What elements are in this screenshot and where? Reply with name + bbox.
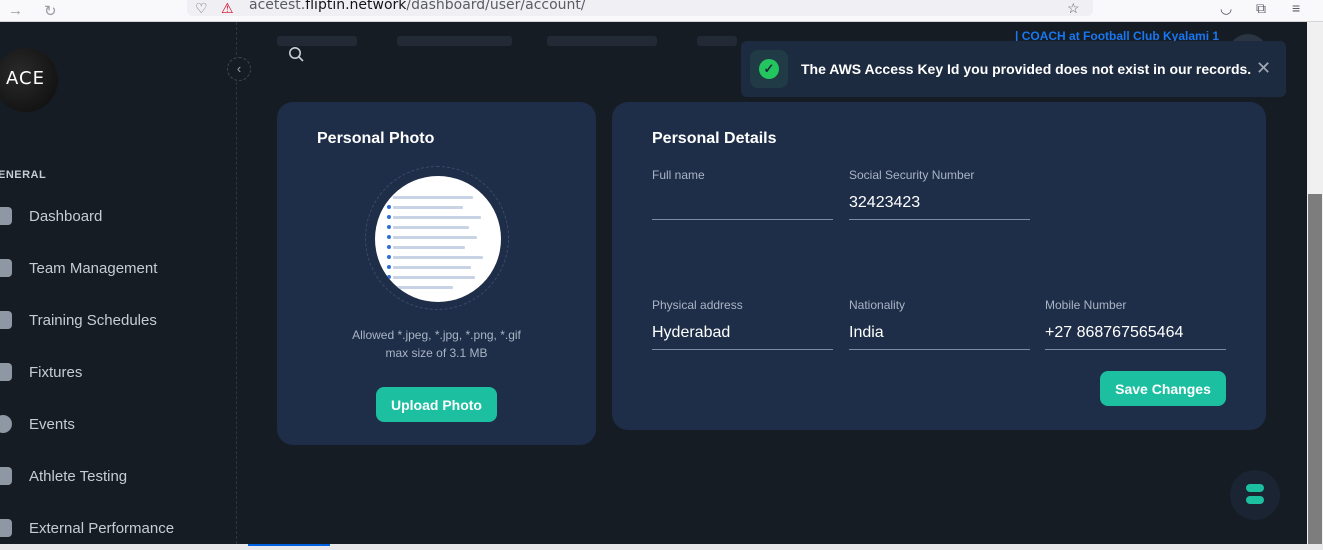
photo-content	[393, 256, 483, 259]
browser-toolbar: → ↻ ♡ ⚠ acetest.fliptin.network/dashboar…	[0, 0, 1323, 22]
active-tab-indicator	[248, 544, 330, 546]
toggle-icon-top	[1246, 484, 1264, 492]
full-name-field[interactable]: Full name	[652, 168, 833, 220]
photo-content	[387, 205, 391, 209]
field-label: Nationality	[849, 298, 906, 312]
photo-content	[393, 266, 471, 269]
scrollbar-thumb[interactable]	[1308, 194, 1322, 544]
ace-logo[interactable]: ACE	[0, 48, 58, 112]
physical-address-input[interactable]: Hyderabad	[652, 320, 833, 350]
mobile-number-input[interactable]: +27 868767565464	[1045, 320, 1226, 350]
sidebar-item-dashboard[interactable]: Dashboard	[0, 196, 237, 236]
photo-content	[393, 206, 463, 209]
success-toast: ✓ The AWS Access Key Id you provided doe…	[741, 41, 1286, 97]
performance-icon	[0, 519, 12, 537]
faded-tab	[277, 36, 357, 46]
check-circle-icon: ✓	[759, 59, 779, 79]
section-label-general: ENERAL	[0, 169, 47, 181]
photo-content	[393, 276, 475, 279]
toggle-icon-bottom	[1246, 496, 1264, 504]
photo-content	[393, 196, 473, 199]
logo-text: ACE	[6, 68, 45, 89]
allowed-formats-text: Allowed *.jpeg, *.jpg, *.png, *.gif	[352, 328, 521, 342]
bottom-taskbar	[0, 544, 1323, 550]
personal-photo-card: Personal Photo Allowed *.jpeg, *.jpg, *.…	[277, 102, 596, 445]
url-text: acetest.fliptin.network/dashboard/user/a…	[249, 0, 586, 13]
upload-photo-button[interactable]: Upload Photo	[376, 387, 497, 422]
toast-close-icon[interactable]: ✕	[1256, 58, 1271, 79]
photo-content	[387, 215, 391, 219]
photo-content	[387, 255, 391, 259]
search-icon[interactable]	[288, 46, 304, 62]
save-changes-button[interactable]: Save Changes	[1100, 371, 1226, 406]
physical-address-field[interactable]: Physical address Hyderabad	[652, 298, 833, 350]
photo-content	[393, 286, 453, 289]
field-label: Physical address	[652, 298, 743, 312]
personal-details-card: Personal Details Full name Social Securi…	[612, 102, 1266, 430]
forward-icon[interactable]: →	[8, 2, 23, 19]
address-bar[interactable]: ♡ ⚠ acetest.fliptin.network/dashboard/us…	[187, 0, 1093, 16]
photo-content	[387, 285, 391, 289]
field-label: Full name	[652, 168, 705, 182]
sidebar-item-athlete-testing[interactable]: Athlete Testing	[0, 456, 237, 496]
fixtures-icon	[0, 363, 12, 381]
photo-content	[393, 216, 481, 219]
nationality-input[interactable]: India	[849, 320, 1030, 350]
sidebar-item-label: Events	[29, 416, 75, 433]
sidebar-item-label: Fixtures	[29, 364, 83, 381]
dashboard-icon	[0, 207, 12, 225]
field-label: Mobile Number	[1045, 298, 1127, 312]
photo-content	[387, 245, 391, 249]
full-name-input[interactable]	[652, 190, 833, 220]
mobile-number-field[interactable]: Mobile Number +27 868767565464	[1045, 298, 1226, 350]
shield-icon[interactable]: ♡	[195, 0, 208, 17]
ssn-field[interactable]: Social Security Number 32423423	[849, 168, 1030, 220]
team-icon	[0, 259, 12, 277]
profile-photo	[375, 176, 501, 302]
photo-content	[387, 235, 391, 239]
sidebar-item-label: Athlete Testing	[29, 468, 128, 485]
toast-icon-wrapper: ✓	[750, 50, 788, 88]
photo-dropzone[interactable]	[365, 166, 509, 310]
photo-content	[387, 265, 391, 269]
photo-content	[393, 246, 465, 249]
faded-tab	[547, 36, 657, 46]
photo-content	[393, 226, 469, 229]
sidebar-item-label: Training Schedules	[29, 312, 157, 329]
field-label: Social Security Number	[849, 168, 975, 182]
bookmark-star-icon[interactable]: ☆	[1067, 0, 1080, 17]
settings-toggle-button[interactable]	[1230, 470, 1280, 520]
toast-message: The AWS Access Key Id you provided does …	[801, 61, 1252, 77]
photo-content	[393, 236, 477, 239]
sidebar-item-label: External Performance	[29, 520, 175, 537]
ssn-input[interactable]: 32423423	[849, 190, 1030, 220]
nationality-field[interactable]: Nationality India	[849, 298, 1030, 350]
sidebar-item-team-management[interactable]: Team Management	[0, 248, 237, 288]
sidebar-item-fixtures[interactable]: Fixtures	[0, 352, 237, 392]
sidebar-item-external-performance[interactable]: External Performance	[0, 508, 237, 548]
photo-content	[387, 225, 391, 229]
extensions-icon[interactable]: ⧉	[1256, 0, 1266, 17]
card-title: Personal Photo	[317, 130, 435, 147]
reload-icon[interactable]: ↻	[44, 2, 57, 20]
pocket-icon[interactable]: ◡	[1220, 0, 1232, 17]
faded-tab	[397, 36, 512, 46]
faded-tab	[697, 36, 737, 46]
insecure-lock-icon[interactable]: ⚠	[221, 0, 234, 17]
sidebar-item-label: Team Management	[29, 260, 158, 277]
card-title: Personal Details	[652, 130, 777, 147]
athlete-icon	[0, 467, 12, 485]
sidebar: ACE ENERAL Dashboard Team Management Tra…	[0, 22, 237, 544]
events-icon	[0, 415, 12, 433]
max-size-text: max size of 3.1 MB	[385, 346, 488, 360]
scrollbar[interactable]	[1307, 22, 1323, 544]
menu-icon[interactable]: ≡	[1292, 0, 1300, 16]
sidebar-item-training-schedules[interactable]: Training Schedules	[0, 300, 237, 340]
sidebar-item-label: Dashboard	[29, 208, 103, 225]
calendar-icon	[0, 311, 12, 329]
sidebar-item-events[interactable]: Events	[0, 404, 237, 444]
photo-content	[387, 275, 391, 279]
